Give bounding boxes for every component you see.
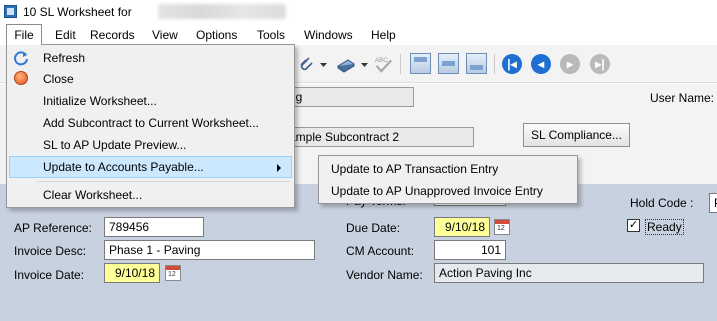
layout-top-icon[interactable]	[410, 53, 431, 74]
scanner-dropdown-icon[interactable]	[361, 63, 368, 68]
vendor-name-label: Vendor Name:	[346, 268, 423, 282]
menu-item-refresh[interactable]: Refresh	[9, 47, 292, 69]
cm-account-field[interactable]: 101	[434, 240, 506, 260]
redacted-company-name	[158, 4, 286, 19]
submenu-arrow-icon	[277, 164, 281, 172]
refresh-icon	[14, 51, 28, 66]
invoice-desc-field[interactable]: Phase 1 - Paving	[104, 240, 315, 260]
ap-reference-label: AP Reference:	[14, 221, 92, 235]
title-bar: 10 SL Worksheet for	[0, 0, 717, 24]
close-icon	[14, 71, 28, 85]
scanner-icon[interactable]	[336, 54, 356, 74]
attachment-dropdown-icon[interactable]	[320, 63, 327, 68]
header-field: ng	[284, 87, 414, 107]
app-icon	[4, 5, 17, 18]
update-to-ap-submenu: Update to AP Transaction Entry Update to…	[318, 155, 578, 204]
hold-code-field[interactable]: P	[709, 193, 717, 213]
cm-account-label: CM Account:	[346, 244, 415, 258]
ready-checkbox[interactable]: ✓	[627, 219, 640, 232]
window-title: 10 SL Worksheet for	[23, 5, 132, 19]
layout-middle-icon[interactable]	[438, 53, 459, 74]
menu-view[interactable]: View	[152, 27, 178, 44]
previous-record-icon[interactable]: ◂	[531, 54, 551, 74]
last-record-icon[interactable]: ▸|	[590, 54, 610, 74]
menu-edit[interactable]: Edit	[55, 27, 76, 44]
submenu-item-ap-transaction-entry[interactable]: Update to AP Transaction Entry	[321, 158, 575, 180]
submenu-item-ap-unapproved-invoice-entry[interactable]: Update to AP Unapproved Invoice Entry	[321, 180, 575, 202]
due-date-label: Due Date:	[346, 221, 401, 235]
menu-item-close[interactable]: Close	[9, 68, 292, 90]
ready-label[interactable]: Ready	[645, 219, 684, 235]
file-menu-dropdown: Refresh Close Initialize Worksheet... Ad…	[6, 44, 295, 208]
menu-item-add-subcontract[interactable]: Add Subcontract to Current Worksheet...	[9, 112, 292, 134]
menu-options[interactable]: Options	[196, 27, 237, 44]
vendor-name-field: Action Paving Inc	[434, 263, 704, 283]
invoice-desc-label: Invoice Desc:	[14, 244, 87, 258]
sl-compliance-button[interactable]: SL Compliance...	[523, 123, 630, 147]
due-date-calendar-icon[interactable]: 12	[494, 219, 510, 235]
menu-item-update-to-ap[interactable]: Update to Accounts Payable...	[9, 156, 292, 178]
menu-item-clear-worksheet[interactable]: Clear Worksheet...	[9, 184, 292, 206]
menu-help[interactable]: Help	[371, 27, 396, 44]
invoice-date-field[interactable]: 9/10/18	[104, 263, 160, 283]
toolbar-separator	[400, 54, 401, 74]
attachment-icon[interactable]	[296, 54, 316, 74]
menu-tools[interactable]: Tools	[257, 27, 285, 44]
menu-records[interactable]: Records	[90, 27, 135, 44]
spellcheck-icon[interactable]: ABC	[373, 54, 393, 74]
invoice-date-calendar-icon[interactable]: 12	[165, 265, 181, 281]
ap-reference-field[interactable]: 789456	[104, 217, 204, 237]
layout-bottom-icon[interactable]	[466, 53, 487, 74]
due-date-field[interactable]: 9/10/18	[434, 217, 490, 237]
next-record-icon[interactable]: ▸	[560, 54, 580, 74]
subcontract-field: ample Subcontract 2	[284, 127, 474, 147]
menu-windows[interactable]: Windows	[304, 27, 353, 44]
invoice-date-label: Invoice Date:	[14, 268, 85, 282]
menu-item-initialize-worksheet[interactable]: Initialize Worksheet...	[9, 90, 292, 112]
first-record-icon[interactable]: |◂	[502, 54, 522, 74]
menu-file[interactable]: File	[6, 24, 42, 45]
user-name-label: User Name:	[650, 91, 715, 105]
menu-item-sl-to-ap-preview[interactable]: SL to AP Update Preview...	[9, 134, 292, 156]
svg-text:ABC: ABC	[375, 57, 388, 64]
menu-bar: Edit Records View Options Tools Windows …	[0, 24, 717, 45]
hold-code-label: Hold Code :	[630, 196, 694, 210]
toolbar-separator	[494, 54, 495, 74]
menu-separator	[37, 181, 290, 182]
